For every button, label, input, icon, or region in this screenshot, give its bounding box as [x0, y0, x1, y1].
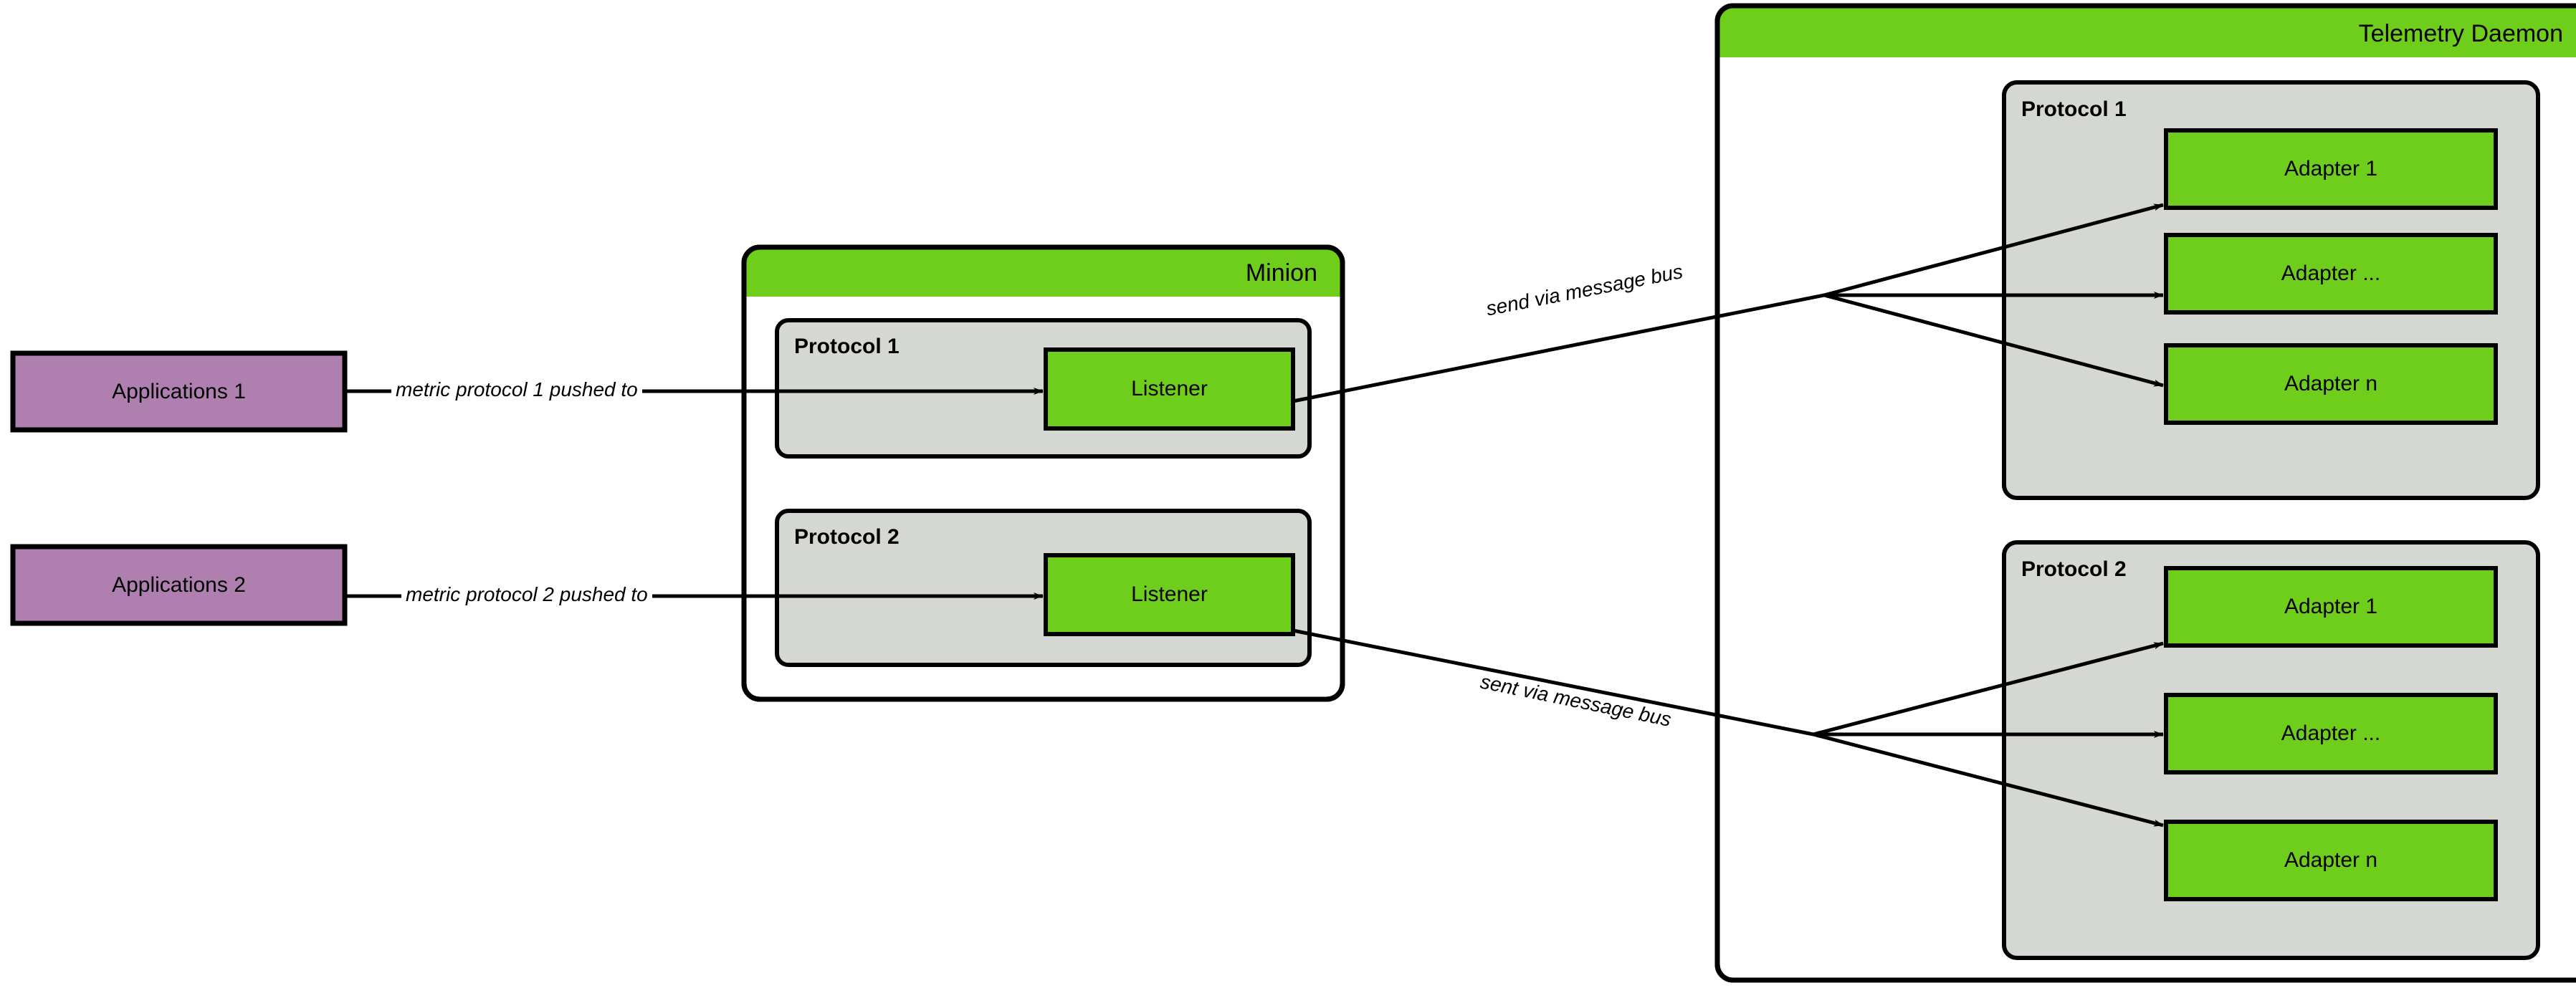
edge-label-app1-to-listener1: metric protocol 1 pushed to — [391, 379, 642, 400]
applications-1-box[interactable] — [10, 350, 348, 433]
minion-header-fill — [744, 247, 1342, 297]
td-p1-adapter-dots-box[interactable] — [2164, 233, 2498, 315]
diagram-svg — [10, 3, 2576, 983]
td-p1-adapter-1-box[interactable] — [2164, 128, 2498, 210]
applications-2-box[interactable] — [10, 544, 348, 626]
td-p2-adapter-n-box[interactable] — [2164, 820, 2498, 901]
minion-p1-listener-box[interactable] — [1044, 347, 1295, 431]
diagram-canvas: Telemetry Daemon Minion Protocol 1 Proto… — [0, 0, 2576, 993]
minion-p2-listener-box[interactable] — [1044, 553, 1295, 636]
td-p2-adapter-1-box[interactable] — [2164, 566, 2498, 648]
td-p1-adapter-n-box[interactable] — [2164, 343, 2498, 425]
edge-label-app2-to-listener2: metric protocol 2 pushed to — [401, 584, 652, 605]
td-p2-adapter-dots-box[interactable] — [2164, 693, 2498, 774]
telemetry-daemon-header-fill — [1717, 6, 2576, 57]
